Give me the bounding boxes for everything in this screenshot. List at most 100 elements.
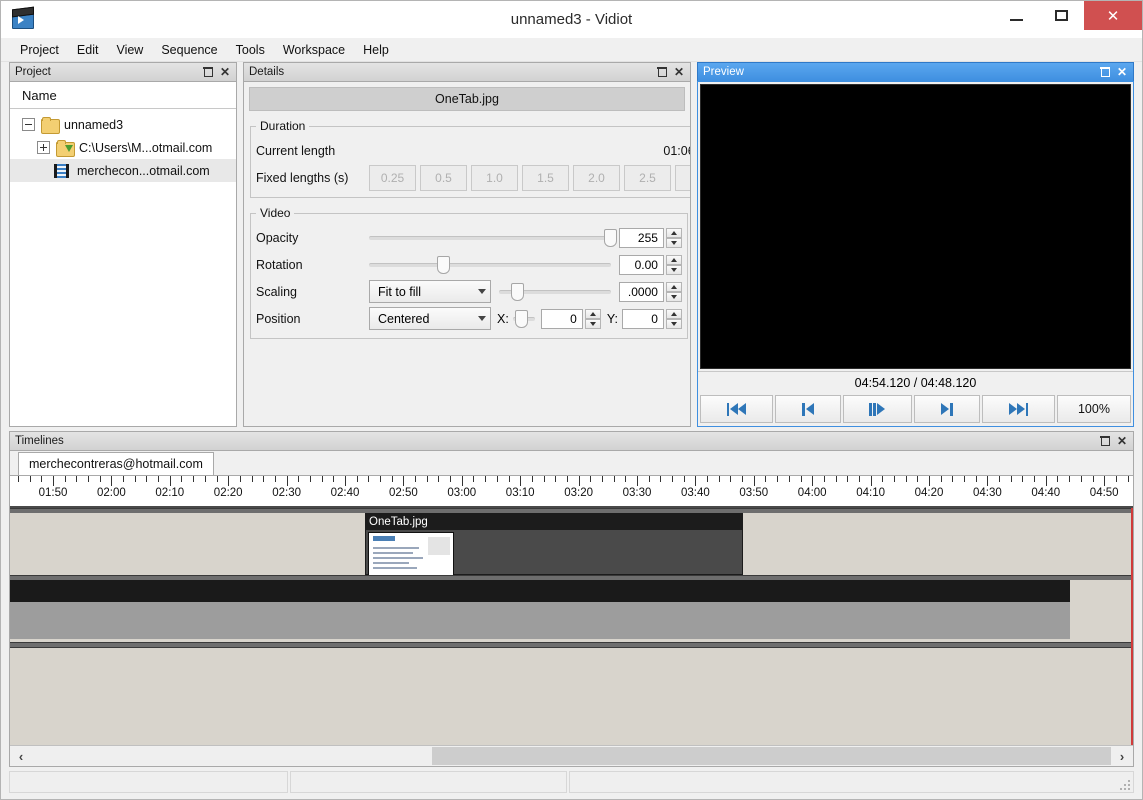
duration-legend: Duration xyxy=(260,119,306,133)
scrollbar-trough[interactable] xyxy=(32,747,1111,765)
scrollbar-thumb[interactable] xyxy=(432,747,1111,765)
opacity-stepper-up[interactable] xyxy=(665,227,682,238)
tree-item-unnamed3[interactable]: unnamed3 xyxy=(10,113,236,136)
timelines-panel-titlebar: Timelines ✕ xyxy=(9,431,1134,450)
scaling-slider[interactable] xyxy=(499,282,611,302)
scaling-stepper-down[interactable] xyxy=(665,291,682,302)
scaling-stepper-up[interactable] xyxy=(665,281,682,292)
position-y-stepper[interactable] xyxy=(665,308,682,329)
menu-view[interactable]: View xyxy=(107,40,152,60)
fixed-length-025-button[interactable]: 0.25 xyxy=(369,164,416,191)
timelines-close-icon[interactable]: ✕ xyxy=(1117,435,1127,447)
opacity-stepper[interactable] xyxy=(665,227,682,248)
timeline-clip-onetab[interactable]: OneTab.jpg xyxy=(365,513,743,576)
timeline-tab-sequence[interactable]: merchecontreras@hotmail.com xyxy=(18,452,214,475)
close-button[interactable]: ✕ xyxy=(1084,1,1142,30)
timeline-canvas[interactable]: 01:50 02:00 02:10 02:20 02:30 02:40 02:50 03:00… xyxy=(10,475,1133,766)
menu-workspace[interactable]: Workspace xyxy=(274,40,354,60)
position-mode-dropdown[interactable]: Centered xyxy=(369,307,491,330)
chevron-up-icon xyxy=(670,284,677,289)
opacity-slider-thumb[interactable] xyxy=(603,228,617,247)
ruler-label: 04:40 xyxy=(1031,487,1061,499)
ruler-tick-major xyxy=(286,476,288,486)
scaling-slider-thumb[interactable] xyxy=(511,282,525,301)
position-x-field[interactable]: 0 xyxy=(540,308,583,329)
preview-close-icon[interactable]: ✕ xyxy=(1117,66,1127,78)
project-restore-icon[interactable] xyxy=(203,67,214,77)
audio-track-1[interactable] xyxy=(10,580,1133,642)
ruler-tick-minor xyxy=(99,476,101,482)
position-y-stepper-up[interactable] xyxy=(665,308,682,319)
ruler-tick-minor xyxy=(952,476,954,482)
menu-tools[interactable]: Tools xyxy=(227,40,274,60)
fixed-length-15-button[interactable]: 1.5 xyxy=(522,164,569,191)
expand-toggle-icon[interactable] xyxy=(37,141,50,154)
rotation-slider[interactable] xyxy=(369,255,611,275)
position-y-field[interactable]: 0 xyxy=(621,308,664,329)
rotation-slider-thumb[interactable] xyxy=(436,255,450,274)
play-button[interactable] xyxy=(842,395,913,423)
ruler-tick-major xyxy=(53,476,54,486)
menu-sequence[interactable]: Sequence xyxy=(152,40,226,60)
position-x-stepper-down[interactable] xyxy=(584,318,601,329)
minimize-button[interactable] xyxy=(994,1,1039,30)
position-y-stepper-down[interactable] xyxy=(665,318,682,329)
scaling-value-field[interactable]: .0000 xyxy=(618,281,664,302)
opacity-value-field[interactable]: 255 xyxy=(618,227,664,248)
rotation-value-field[interactable]: 0.00 xyxy=(618,254,664,275)
fixed-length-25-button[interactable]: 2.5 xyxy=(624,164,671,191)
timeline-tracks[interactable]: OneTab.jpg xyxy=(10,508,1133,745)
opacity-stepper-down[interactable] xyxy=(665,237,682,248)
audio-clip-header xyxy=(10,580,1070,602)
position-x-slider-thumb[interactable] xyxy=(514,309,528,328)
ruler-tick-minor xyxy=(707,476,709,482)
project-close-icon[interactable]: ✕ xyxy=(220,66,230,78)
position-x-stepper-up[interactable] xyxy=(584,308,601,319)
go-to-end-button[interactable] xyxy=(981,395,1055,423)
scroll-left-button[interactable]: ‹ xyxy=(10,747,32,765)
fixed-length-20-button[interactable]: 2.0 xyxy=(573,164,620,191)
rotation-stepper-down[interactable] xyxy=(665,264,682,275)
previous-frame-button[interactable] xyxy=(775,395,841,423)
tree-item-sequence[interactable]: merchecon...otmail.com xyxy=(10,159,236,182)
fixed-length-05-button[interactable]: 0.5 xyxy=(420,164,467,191)
collapse-toggle-icon[interactable] xyxy=(22,118,35,131)
timeline-ruler[interactable]: 01:50 02:00 02:10 02:20 02:30 02:40 02:50 03:00… xyxy=(10,476,1133,508)
position-x-stepper[interactable] xyxy=(584,308,601,329)
details-restore-icon[interactable] xyxy=(657,67,668,77)
timelines-restore-icon[interactable] xyxy=(1100,436,1111,446)
opacity-slider[interactable] xyxy=(369,228,617,248)
timeline-horizontal-scrollbar[interactable]: ‹ › xyxy=(10,745,1133,766)
scaling-mode-dropdown[interactable]: Fit to fill xyxy=(369,280,491,303)
details-close-icon[interactable]: ✕ xyxy=(674,66,684,78)
ruler-tick-minor xyxy=(917,476,919,482)
menu-project[interactable]: Project xyxy=(11,40,68,60)
go-to-begin-button[interactable] xyxy=(700,395,774,423)
timeline-playhead[interactable] xyxy=(1131,508,1133,745)
scaling-stepper[interactable] xyxy=(665,281,682,302)
rotation-stepper[interactable] xyxy=(665,254,682,275)
fixed-length-30-button[interactable]: 3.0 xyxy=(675,164,690,191)
next-frame-button[interactable] xyxy=(914,395,980,423)
ruler-label: 03:00 xyxy=(447,487,477,499)
video-legend: Video xyxy=(260,206,291,220)
menu-help[interactable]: Help xyxy=(354,40,398,60)
ruler-label: 04:30 xyxy=(973,487,1002,499)
tree-item-user-folder[interactable]: C:\Users\M...otmail.com xyxy=(10,136,236,159)
preview-video-surface[interactable] xyxy=(700,84,1131,369)
rotation-stepper-up[interactable] xyxy=(665,254,682,265)
menu-edit[interactable]: Edit xyxy=(68,40,108,60)
scroll-right-button[interactable]: › xyxy=(1111,747,1133,765)
position-x-slider[interactable] xyxy=(512,309,535,329)
vidiot-application-window: unnamed3 - Vidiot ✕ Project Edit View Se… xyxy=(0,0,1143,800)
maximize-button[interactable] xyxy=(1039,1,1084,30)
preview-panel-title: Preview xyxy=(703,66,744,78)
preview-restore-icon[interactable] xyxy=(1100,67,1111,77)
preview-transport-controls: 100% xyxy=(698,394,1133,426)
project-column-header-name[interactable]: Name xyxy=(10,82,236,109)
ruler-tick-minor xyxy=(309,476,311,482)
preview-zoom-button[interactable]: 100% xyxy=(1056,395,1131,423)
resize-grip-icon[interactable] xyxy=(1120,780,1130,790)
details-panel: Details ✕ OneTab.jpg Duration Current le… xyxy=(243,62,691,427)
fixed-length-10-button[interactable]: 1.0 xyxy=(471,164,518,191)
